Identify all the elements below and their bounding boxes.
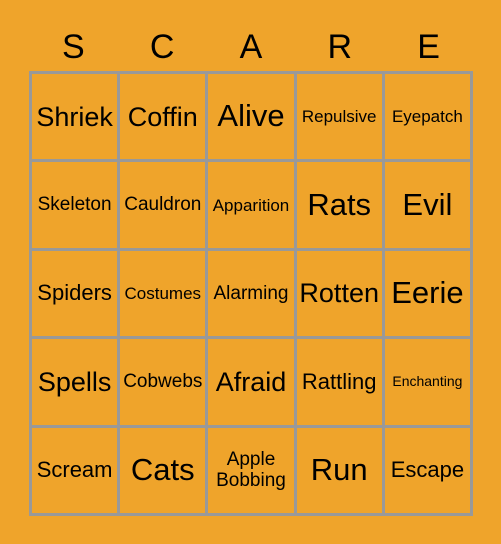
bingo-cell-r2c5[interactable]: Evil — [384, 162, 473, 251]
bingo-cell-r2c3[interactable]: Apparition — [208, 162, 297, 251]
bingo-cell-r2c2[interactable]: Cauldron — [120, 162, 209, 251]
bingo-card: S C A R E Shriek Coffin Alive Repulsive … — [0, 0, 501, 544]
bingo-cell-label: Escape — [390, 456, 465, 482]
bingo-cell-r4c1[interactable]: Spells — [32, 339, 121, 428]
bingo-cell-label: Spells — [37, 366, 112, 397]
bingo-cell-label: Coffin — [127, 101, 198, 132]
bingo-cell-label: Eerie — [391, 275, 464, 311]
bingo-cell-r2c1[interactable]: Skeleton — [32, 162, 121, 251]
bingo-cell-label: Apparition — [212, 195, 290, 215]
bingo-cell-r1c5[interactable]: Eyepatch — [384, 74, 473, 163]
bingo-cell-r4c3[interactable]: Afraid — [208, 339, 297, 428]
bingo-cell-label: Apple Bobbing — [216, 449, 286, 492]
bingo-cell-label: Cobwebs — [123, 371, 203, 393]
bingo-cell-r3c3[interactable]: Alarming — [208, 250, 297, 340]
bingo-cell-label: Shriek — [36, 101, 113, 132]
bingo-cell-r5c5[interactable]: Escape — [384, 427, 473, 516]
bingo-cell-r3c1[interactable]: Spiders — [32, 250, 121, 340]
bingo-cell-label: Cauldron — [124, 194, 202, 216]
bingo-cell-label: Alive — [217, 98, 285, 134]
bingo-cell-r4c5[interactable]: Enchanting — [384, 339, 473, 428]
bingo-cell-r5c3[interactable]: Apple Bobbing — [208, 427, 297, 516]
bingo-cell-label: Skeleton — [37, 194, 112, 216]
bingo-cell-label: Rats — [307, 186, 372, 222]
bingo-cell-r1c3[interactable]: Alive — [208, 74, 297, 163]
bingo-cell-label: Run — [310, 451, 368, 487]
bingo-header: S C A R E — [29, 22, 473, 71]
bingo-cell-r5c2[interactable]: Cats — [120, 427, 209, 516]
bingo-cell-label: Evil — [402, 186, 453, 222]
bingo-cell-label: Afraid — [215, 366, 287, 397]
bingo-cell-r5c4[interactable]: Run — [296, 427, 385, 516]
bingo-cell-r1c2[interactable]: Coffin — [120, 74, 209, 163]
bingo-cell-label: Eyepatch — [391, 107, 463, 127]
bingo-cell-r3c2[interactable]: Costumes — [120, 250, 209, 340]
bingo-cell-label: Alarming — [213, 282, 289, 304]
bingo-cell-label: Rotten — [299, 278, 379, 309]
bingo-cell-r1c1[interactable]: Shriek — [32, 74, 121, 163]
bingo-cell-r3c4[interactable]: Rotten — [296, 250, 385, 340]
header-letter-4: R — [327, 27, 353, 66]
bingo-cell-r1c4[interactable]: Repulsive — [296, 74, 385, 163]
bingo-cell-label: Spiders — [37, 280, 112, 306]
bingo-cell-r2c4[interactable]: Rats — [296, 162, 385, 251]
header-letter-5: E — [417, 27, 440, 66]
bingo-cell-label: Rattling — [301, 368, 377, 394]
header-letter-1: S — [62, 27, 85, 66]
bingo-cell-label: Scream — [36, 456, 113, 482]
bingo-cell-r4c2[interactable]: Cobwebs — [120, 339, 209, 428]
header-letter-3: A — [239, 27, 263, 66]
bingo-cell-r4c4[interactable]: Rattling — [296, 339, 385, 428]
bingo-cell-label: Repulsive — [301, 107, 377, 127]
bingo-cell-r5c1[interactable]: Scream — [32, 427, 121, 516]
bingo-cell-label: Costumes — [124, 283, 202, 303]
bingo-grid: Shriek Coffin Alive Repulsive Eyepatch S… — [29, 71, 473, 516]
header-letter-2: C — [149, 27, 175, 66]
bingo-cell-label: Enchanting — [392, 373, 463, 390]
bingo-cell-label: Cats — [130, 451, 195, 487]
bingo-cell-r3c5[interactable]: Eerie — [384, 250, 473, 340]
